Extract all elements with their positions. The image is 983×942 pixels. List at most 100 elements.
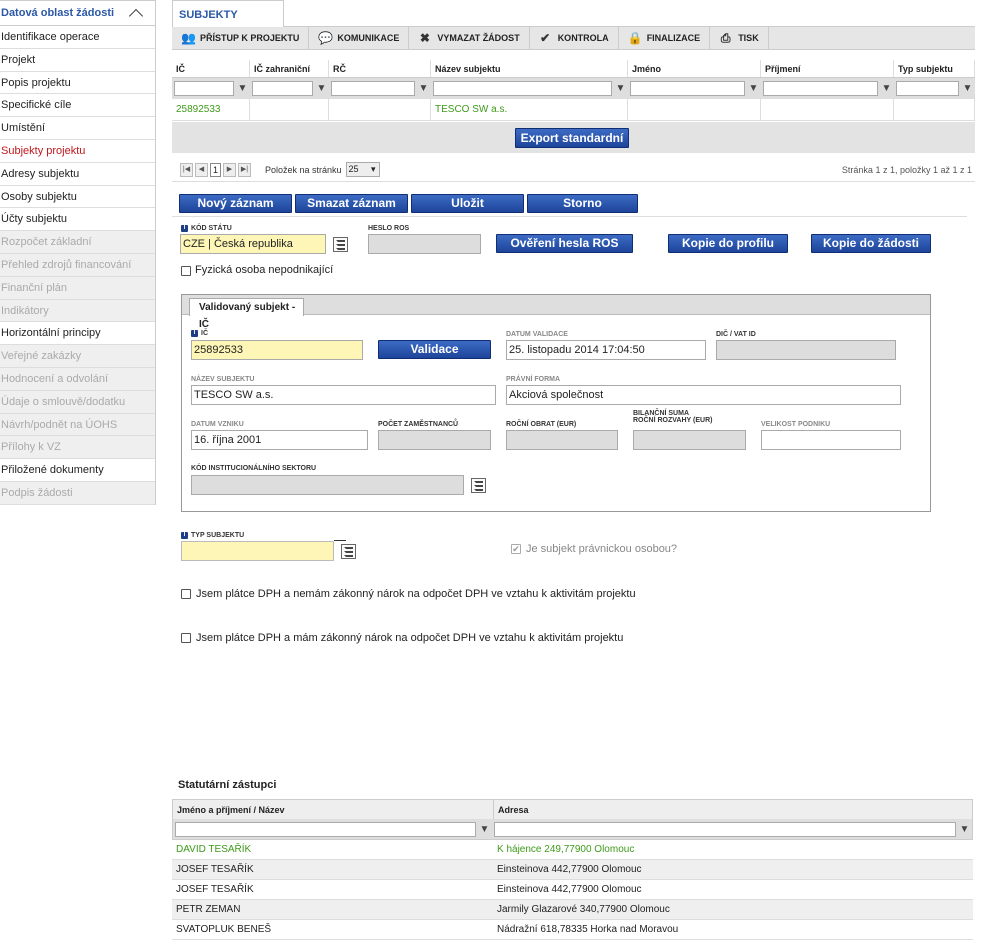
pravnicka-osoba-checkbox[interactable]: ✔ [511, 544, 521, 554]
sidebar-item[interactable]: Indikátory [0, 299, 155, 323]
filter-input[interactable] [331, 81, 415, 96]
filter-input[interactable] [433, 81, 612, 96]
column-header-name[interactable]: Jméno a příjmení / Název [173, 800, 494, 819]
prev-page-button[interactable]: ◀ [195, 162, 208, 177]
sidebar-header[interactable]: Datová oblast žádosti [0, 1, 155, 26]
cancel-button[interactable]: Storno [527, 194, 638, 213]
kopie-do-zadosti-button[interactable]: Kopie do žádosti [811, 234, 931, 253]
column-header[interactable]: Typ subjektu [894, 60, 975, 77]
page-number[interactable]: 1 [210, 162, 221, 177]
sidebar-item[interactable]: Osoby subjektu [0, 186, 155, 209]
toolbar-button[interactable]: 💬 KOMUNIKACE [309, 26, 410, 50]
table-row[interactable]: JOSEF TESAŘÍK Einsteinova 442,77900 Olomo… [172, 880, 973, 900]
kod-statu-field[interactable]: CZE | Česká republika [180, 234, 326, 254]
chevron-up-icon[interactable] [128, 8, 144, 23]
sidebar-item[interactable]: Umístění [0, 117, 155, 140]
sidebar-item[interactable]: Horizontální principy [0, 322, 155, 346]
column-header[interactable]: RČ [329, 60, 431, 77]
filter-input[interactable] [252, 81, 313, 96]
filter-address-input[interactable] [494, 821, 956, 837]
sidebar-item[interactable]: Hodnocení a odvolání [0, 367, 155, 391]
filter-icon[interactable]: ▼ [479, 824, 490, 835]
column-header[interactable]: IČ zahraniční [250, 60, 329, 77]
ic-field[interactable]: 25892533 [191, 340, 363, 360]
typ-subjektu-field[interactable] [181, 541, 334, 561]
column-header[interactable]: IČ [172, 60, 250, 77]
filter-input[interactable] [896, 81, 959, 96]
column-header[interactable]: Jméno [628, 60, 761, 77]
dph-nemam-checkbox[interactable] [181, 589, 191, 599]
filter-input[interactable] [174, 81, 234, 96]
filter-icon[interactable]: ▼ [316, 83, 327, 94]
rocni-obrat-field[interactable] [506, 430, 618, 450]
delete-record-button[interactable]: Smazat záznam [295, 194, 408, 213]
bilancni-suma-field[interactable] [633, 430, 746, 450]
sidebar-item[interactable]: Návrh/podnět na ÚOHS [0, 413, 155, 437]
filter-name-input[interactable] [175, 821, 476, 837]
sidebar-item[interactable]: Účty subjektu [0, 208, 155, 232]
table-row[interactable]: 25892533 TESCO SW a.s. [172, 99, 975, 121]
list-icon[interactable] [471, 478, 486, 493]
sidebar-item[interactable]: Identifikace operace [0, 26, 155, 49]
kopie-do-profilu-button[interactable]: Kopie do profilu [668, 234, 788, 253]
sidebar-item[interactable]: Přílohy k VZ [0, 436, 155, 460]
dic-field[interactable] [716, 340, 896, 360]
sidebar-item[interactable]: Projekt [0, 49, 155, 72]
toolbar-button[interactable]: 🔒 FINALIZACE [619, 26, 711, 50]
sidebar-item[interactable]: Přehled zdrojů financování [0, 253, 155, 277]
export-standard-button[interactable]: Export standardní [515, 128, 629, 148]
list-icon[interactable] [341, 544, 356, 559]
column-header-address[interactable]: Adresa [494, 800, 972, 819]
filter-cell: ▼ [628, 78, 761, 99]
sidebar-item[interactable]: Adresy subjektu [0, 163, 155, 186]
toolbar-button[interactable]: ✔ KONTROLA [530, 26, 619, 50]
sidebar-item[interactable]: Popis projektu [0, 72, 155, 95]
filter-icon[interactable]: ▼ [959, 824, 970, 835]
sidebar-item[interactable]: Veřejné zakázky [0, 345, 155, 368]
save-button[interactable]: Uložit [411, 194, 524, 213]
filter-icon[interactable]: ▼ [748, 83, 759, 94]
table-cell: DAVID TESAŘÍK [176, 844, 252, 855]
sidebar-item[interactable]: Subjekty projektu [0, 140, 155, 163]
filter-icon[interactable]: ▼ [418, 83, 429, 94]
sidebar-item[interactable]: Rozpočet základní [0, 231, 155, 254]
sidebar-item[interactable]: Údaje o smlouvě/dodatku [0, 390, 155, 414]
fyzicka-osoba-checkbox[interactable] [181, 266, 191, 276]
toolbar-button[interactable]: ✖ VYMAZAT ŽÁDOST [409, 26, 530, 50]
list-icon[interactable] [333, 237, 348, 252]
filter-input[interactable] [630, 81, 745, 96]
sidebar-item[interactable]: Finanční plán [0, 276, 155, 300]
pocet-zamestnancu-field[interactable] [378, 430, 491, 450]
next-page-button[interactable]: ▶ [223, 162, 236, 177]
overeni-hesla-ros-button[interactable]: Ověření hesla ROS [496, 234, 633, 253]
filter-icon[interactable]: ▼ [881, 83, 892, 94]
sidebar-item[interactable]: Podpis žádosti [0, 481, 155, 505]
table-row[interactable]: SVATOPLUK BENEŠ Nádražní 618,78335 Horka … [172, 920, 973, 940]
heslo-ros-field[interactable] [368, 234, 481, 254]
kod-inst-sektoru-field[interactable] [191, 475, 464, 495]
toolbar-button[interactable]: 👥 PŘÍSTUP K PROJEKTU [172, 26, 310, 50]
validace-button[interactable]: Validace [378, 340, 491, 359]
column-header[interactable]: Příjmení [761, 60, 894, 77]
column-header[interactable]: Název subjektu [431, 60, 628, 77]
first-page-button[interactable]: |◀ [180, 162, 193, 177]
filter-icon[interactable]: ▼ [962, 83, 973, 94]
last-page-button[interactable]: ▶| [238, 162, 251, 177]
toolbar-button[interactable]: ⎙ TISK [710, 26, 769, 50]
tab-validovany-subjekt[interactable]: Validovaný subjekt - IČ [189, 298, 304, 330]
table-row[interactable]: DAVID TESAŘÍK K hájence 249,77900 Olomouc [172, 840, 973, 860]
tab-subjekty-projektu[interactable]: SUBJEKTY PROJEKTU [172, 0, 284, 49]
dph-mam-checkbox[interactable] [181, 633, 191, 643]
sidebar-item[interactable]: Přiložené dokumenty [0, 459, 155, 482]
per-page-label: Položek na stránku [265, 164, 342, 175]
filter-icon[interactable]: ▼ [615, 83, 626, 94]
table-row[interactable]: JOSEF TESAŘÍK Einsteinova 442,77900 Olomo… [172, 860, 973, 880]
sidebar-item[interactable]: Specifické cíle [0, 94, 155, 118]
filter-cell: ▼ [761, 78, 894, 99]
nazev-subjektu-field: TESCO SW a.s. [191, 385, 496, 405]
table-row[interactable]: PETR ZEMAN Jarmily Glazarové 340,77900 Ol… [172, 900, 973, 920]
filter-input[interactable] [763, 81, 878, 96]
new-record-button[interactable]: Nový záznam [179, 194, 292, 213]
filter-icon[interactable]: ▼ [237, 83, 248, 94]
per-page-select[interactable]: 25 [345, 162, 380, 177]
